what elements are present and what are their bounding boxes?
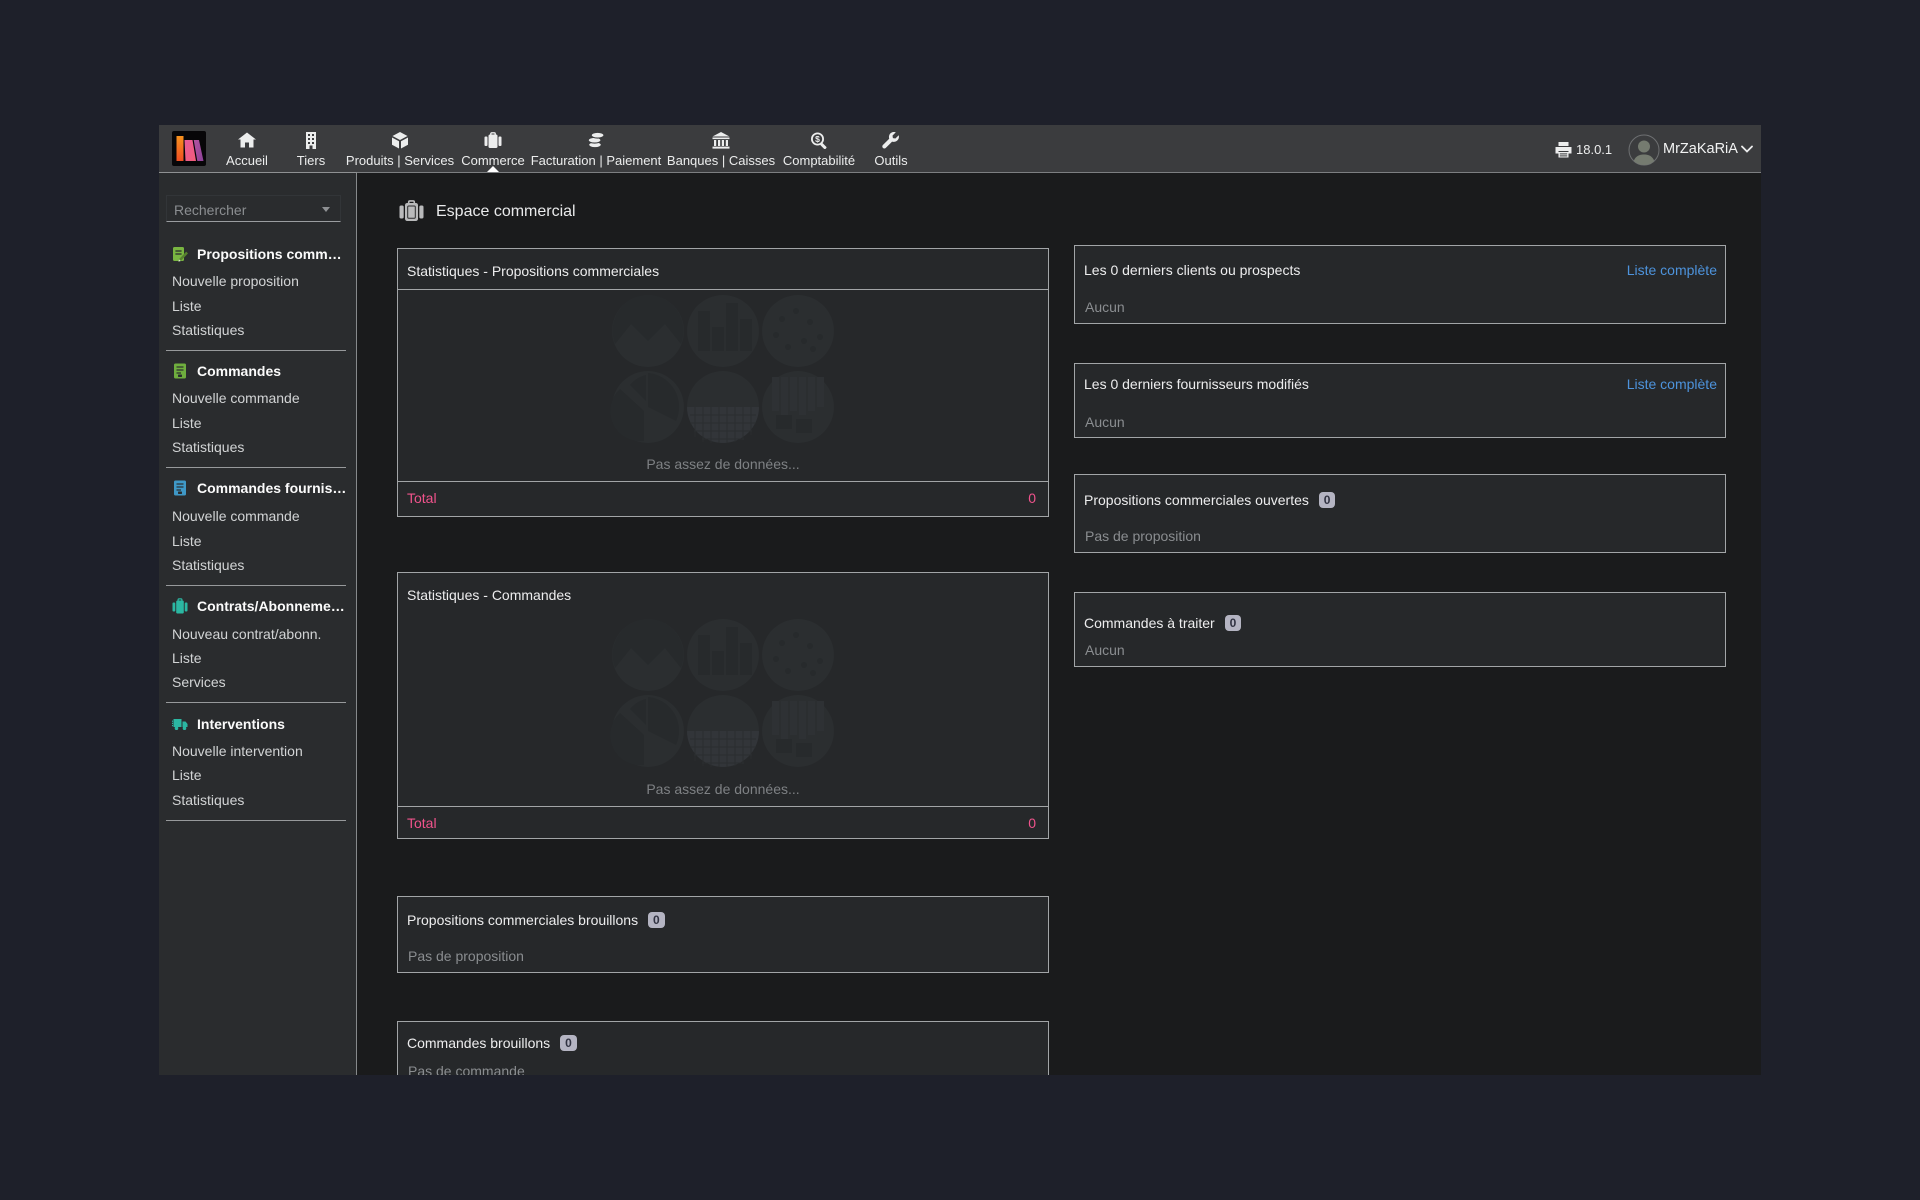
svg-text:$: $ (815, 134, 820, 144)
